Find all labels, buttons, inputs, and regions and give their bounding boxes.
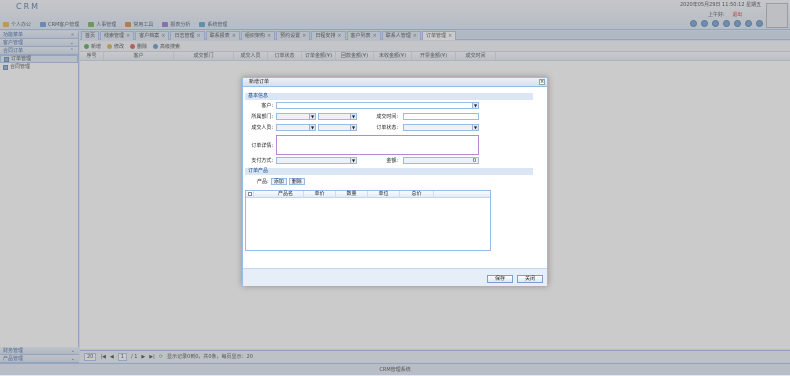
deal-person-label: 成交人员: <box>251 125 273 131</box>
order-details-textarea[interactable] <box>276 135 479 155</box>
chevron-down-icon: ▼ <box>350 158 356 163</box>
save-button[interactable]: 保存 <box>487 275 513 283</box>
product-column-header[interactable]: 产品名 <box>268 191 304 198</box>
product-column-header[interactable]: 数量 <box>336 191 368 198</box>
chevron-down-icon: ▼ <box>350 114 356 119</box>
new-order-dialog: 新增订单 × 基本信息 客户: ▼ 所属部门: ▼ ▼ 成交时间: 成交人员: … <box>242 77 548 286</box>
order-status-label: 订单状态: <box>376 125 398 131</box>
dialog-footer: 保存 关闭 <box>243 268 547 286</box>
product-column-header[interactable]: 单价 <box>304 191 336 198</box>
payment-label: 支付方式: <box>251 158 273 164</box>
close-icon[interactable]: × <box>539 79 545 85</box>
order-status-select[interactable]: ▼ <box>403 124 479 131</box>
deal-time-input[interactable] <box>403 113 479 120</box>
amount-label: 金额: <box>386 158 398 164</box>
notes-label: 订单详情: <box>251 143 273 149</box>
deal-person-select[interactable]: ▼ <box>318 124 357 131</box>
amount-input[interactable]: 0 <box>403 157 479 164</box>
payment-select[interactable]: ▼ <box>276 157 357 164</box>
product-column-header[interactable]: 总价 <box>400 191 434 198</box>
add-product-button[interactable]: 添加 <box>270 178 287 185</box>
dept-select[interactable]: ▼ <box>276 113 316 120</box>
chevron-down-icon: ▼ <box>309 114 315 119</box>
product-label: 产品: <box>257 179 269 185</box>
close-button[interactable]: 关闭 <box>517 275 543 283</box>
dept-sub-select[interactable]: ▼ <box>318 113 357 120</box>
delete-product-button[interactable]: 删除 <box>288 178 305 185</box>
product-column-header[interactable]: 单位 <box>368 191 400 198</box>
chevron-down-icon: ▼ <box>350 125 356 130</box>
product-grid: 产品名 单价 数量 单位 总价 <box>245 190 491 251</box>
product-grid-header: 产品名 单价 数量 单位 总价 <box>246 191 490 198</box>
dialog-title: 新增订单 <box>249 79 270 85</box>
chevron-down-icon: ▼ <box>472 125 478 130</box>
dept-label: 所属部门: <box>251 114 273 120</box>
section-basic-info: 基本信息 <box>245 93 533 100</box>
chevron-down-icon: ▼ <box>309 125 315 130</box>
dialog-titlebar[interactable]: 新增订单 × <box>243 78 547 87</box>
deal-dept-select[interactable]: ▼ <box>276 124 316 131</box>
deal-time-label: 成交时间: <box>376 114 398 120</box>
chevron-down-icon: ▼ <box>472 103 478 108</box>
product-toolbar: 产品: 添加 删除 <box>257 178 305 185</box>
customer-select[interactable]: ▼ <box>276 102 479 109</box>
select-all-checkbox[interactable] <box>246 191 254 198</box>
section-products: 订单产品 <box>245 168 533 175</box>
customer-label: 客户: <box>261 103 273 109</box>
